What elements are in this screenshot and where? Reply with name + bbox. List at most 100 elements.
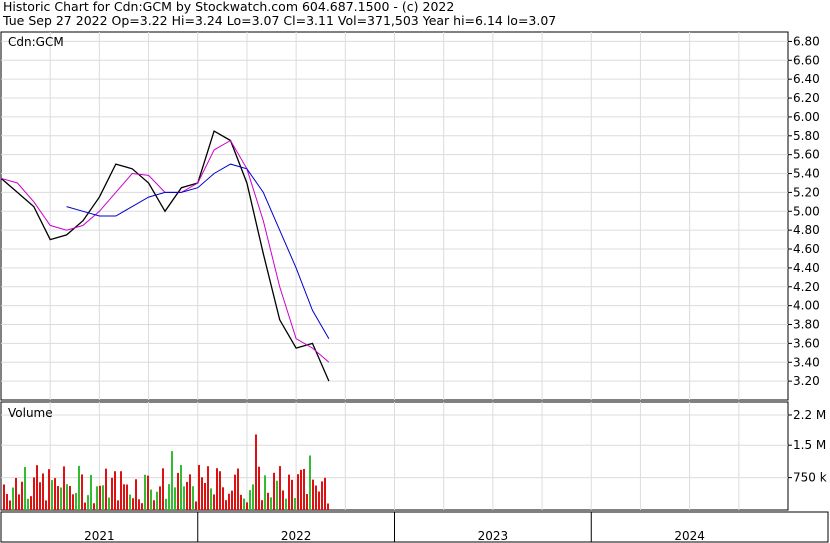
volume-bar	[126, 484, 128, 510]
year-label: 2023	[478, 529, 509, 543]
price-tick-label: 6.60	[793, 53, 820, 67]
volume-bar	[183, 486, 185, 510]
volume-bar	[273, 472, 275, 510]
volume-bar	[3, 484, 5, 510]
volume-bar	[147, 475, 149, 510]
price-tick-label: 4.20	[793, 280, 820, 294]
volume-bar	[309, 455, 311, 510]
volume-bar	[120, 471, 122, 510]
volume-bar	[207, 466, 209, 510]
volume-bar	[318, 491, 320, 510]
stock-chart: Historic Chart for Cdn:GCM by Stockwatch…	[0, 0, 830, 543]
volume-bar	[165, 498, 167, 510]
volume-bar	[243, 498, 245, 510]
volume-bar	[99, 485, 101, 510]
volume-bar	[132, 498, 134, 510]
volume-bar	[177, 472, 179, 510]
volume-bar	[312, 479, 314, 510]
volume-bar	[93, 503, 95, 510]
price-tick-label: 6.40	[793, 72, 820, 86]
volume-bar	[156, 491, 158, 510]
volume-bar	[15, 477, 17, 510]
volume-panel-title: Volume	[8, 406, 53, 420]
volume-bar	[303, 468, 305, 510]
volume-bar	[258, 466, 260, 510]
price-tick-label: 4.60	[793, 242, 820, 256]
price-tick-label: 6.20	[793, 91, 820, 105]
volume-bar	[129, 494, 131, 510]
volume-bar	[27, 498, 29, 510]
volume-bar	[159, 486, 161, 510]
volume-bar	[138, 499, 140, 510]
volume-bar	[105, 468, 107, 510]
volume-bar	[237, 468, 239, 510]
volume-bar	[315, 485, 317, 510]
volume-bar	[294, 498, 296, 510]
volume-bar	[60, 487, 62, 510]
volume-bar	[306, 494, 308, 510]
price-panel-title: Cdn:GCM	[8, 35, 64, 49]
price-tick-label: 5.00	[793, 204, 820, 218]
volume-tick-label: 1.5 M	[793, 438, 826, 452]
volume-bar	[18, 494, 20, 510]
volume-bar	[33, 477, 35, 510]
volume-bar	[252, 484, 254, 510]
volume-bar	[162, 468, 164, 510]
volume-tick-label: 2.2 M	[793, 408, 826, 422]
volume-bar	[117, 500, 119, 510]
volume-bar	[321, 481, 323, 510]
volume-bar	[249, 490, 251, 510]
volume-bar	[255, 434, 257, 510]
volume-bar	[81, 474, 83, 510]
price-tick-label: 4.00	[793, 299, 820, 313]
volume-bar	[36, 465, 38, 510]
volume-bar	[186, 481, 188, 510]
price-tick-label: 5.40	[793, 167, 820, 181]
year-label: 2024	[674, 529, 705, 543]
volume-bar	[189, 474, 191, 510]
volume-bar	[216, 468, 218, 510]
volume-bar	[96, 486, 98, 510]
volume-bar	[195, 501, 197, 510]
volume-bar	[6, 494, 8, 510]
year-label: 2022	[281, 529, 312, 543]
price-tick-label: 3.20	[793, 374, 820, 388]
volume-bar	[327, 503, 329, 510]
volume-bar	[153, 500, 155, 510]
volume-bar	[84, 502, 86, 510]
volume-bar	[291, 479, 293, 510]
volume-bar	[102, 485, 104, 510]
volume-bar	[78, 465, 80, 510]
volume-bar	[21, 481, 23, 510]
volume-bar	[276, 480, 278, 510]
volume-bar	[279, 466, 281, 510]
volume-bar	[12, 487, 14, 510]
volume-bar	[171, 451, 173, 510]
volume-bar	[66, 484, 68, 510]
price-tick-label: 5.20	[793, 185, 820, 199]
volume-bar	[30, 496, 32, 510]
price-tick-label: 3.80	[793, 318, 820, 332]
volume-bar	[213, 494, 215, 510]
volume-bar	[39, 482, 41, 510]
volume-bar	[270, 497, 272, 510]
price-tick-label: 4.80	[793, 223, 820, 237]
volume-bar	[261, 500, 263, 510]
volume-bar	[288, 474, 290, 510]
volume-bar	[174, 487, 176, 510]
volume-bar	[63, 466, 65, 510]
volume-bar	[45, 500, 47, 510]
price-tick-label: 5.80	[793, 129, 820, 143]
volume-bar	[141, 503, 143, 510]
volume-bar	[75, 493, 77, 510]
volume-bar	[234, 474, 236, 510]
volume-bar	[201, 477, 203, 510]
volume-bar	[51, 480, 53, 510]
volume-bar	[90, 474, 92, 510]
volume-bar	[42, 473, 44, 510]
volume-bar	[300, 469, 302, 510]
volume-bar	[204, 483, 206, 510]
price-tick-label: 6.00	[793, 110, 820, 124]
volume-bar	[54, 478, 56, 510]
volume-bar	[267, 492, 269, 510]
